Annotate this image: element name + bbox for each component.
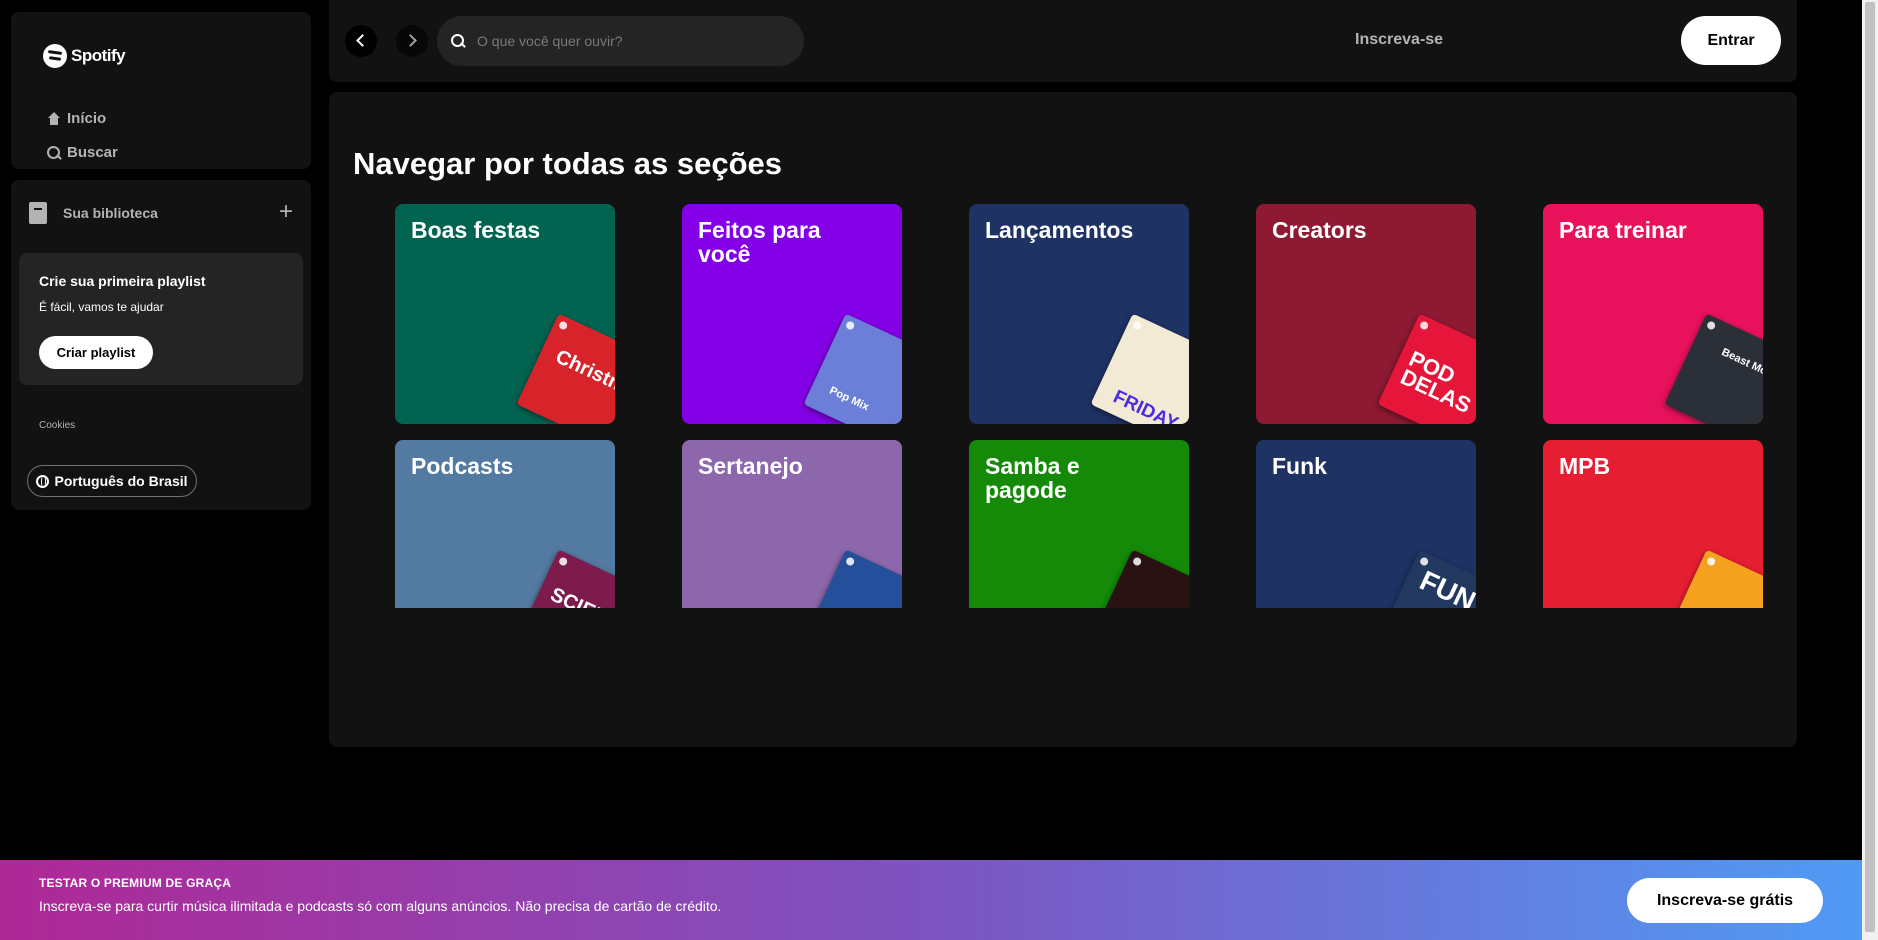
category-card[interactable]: Samba e pagode [969,440,1189,608]
category-title: Feitos para você [698,217,821,268]
search-label: Buscar [67,144,118,161]
category-card[interactable]: Lançamentos FRIDAY [969,204,1189,424]
category-title: MPB [1559,453,1611,479]
category-art-label: Beast Mode [1719,346,1763,384]
category-title: Lançamentos [985,217,1134,243]
category-title: Samba e pagode [985,453,1080,504]
category-card[interactable]: Creators POD DELAS [1256,204,1476,424]
category-art-image [1090,549,1189,608]
category-art-image: SCIENCE [516,549,615,608]
signup-link[interactable]: Inscreva-se [1355,31,1443,49]
category-title: Creators [1272,217,1367,243]
category-title: Sertanejo [698,453,803,479]
create-playlist-button[interactable]: Criar playlist [39,336,153,369]
category-art-label: SCIENCE [546,584,615,608]
category-art-image [803,549,902,608]
category-card[interactable]: Funk FUN [1256,440,1476,608]
category-art-label: FUN [1415,564,1476,608]
library-panel: Sua biblioteca + Crie sua primeira playl… [11,180,311,510]
category-art-image: FRIDAY [1090,313,1189,424]
language-button[interactable]: Português do Brasil [27,465,197,497]
category-art-label: Christmas Hits [552,345,615,424]
page-scrollbar[interactable] [1862,0,1878,940]
category-art-image: Pop Mix [803,313,902,424]
category-art-image: Christmas Hits [516,313,615,424]
login-button[interactable]: Entrar [1681,16,1781,65]
category-card[interactable]: Feitos para você Pop Mix [682,204,902,424]
search-icon [47,145,61,160]
library-header[interactable]: Sua biblioteca [29,202,158,224]
premium-banner[interactable]: TESTAR O PREMIUM DE GRAÇA Inscreva-se pa… [0,860,1862,940]
top-bar: Inscreva-se Entrar [329,0,1797,82]
back-button[interactable] [345,25,377,57]
signup-free-button[interactable]: Inscreva-se grátis [1627,878,1823,923]
search-input[interactable] [477,26,797,56]
category-grid: Boas festas Christmas Hits Feitos para v… [379,204,1779,608]
category-title: Boas festas [411,217,541,243]
spotify-page: Spotify Início Buscar Sua biblioteca + C… [0,0,1878,940]
category-art-label: POD DELAS [1396,345,1475,418]
browse-main: Navegar por todas as seções Boas festas … [329,92,1797,747]
banner-text: Inscreva-se para curtir música ilimitada… [39,898,722,914]
banner-kicker: TESTAR O PREMIUM DE GRAÇA [39,876,232,890]
home-label: Início [67,110,107,127]
chevron-right-icon [404,34,417,47]
forward-button[interactable] [396,25,428,57]
search-box[interactable] [437,16,804,66]
spotify-logo[interactable]: Spotify [43,44,126,68]
home-icon [47,112,61,125]
library-icon [29,202,47,224]
category-art-image: Beast Mode [1664,313,1763,424]
category-art-label: Pop Mix [827,384,871,414]
sidebar-item-search[interactable]: Buscar [47,144,118,161]
category-card[interactable]: MPB [1543,440,1763,608]
playlist-card-title: Crie sua primeira playlist [39,273,206,289]
sidebar-item-home[interactable]: Início [47,110,106,127]
category-title: Podcasts [411,453,514,479]
search-icon [451,34,465,48]
scrollbar-thumb[interactable] [1865,2,1875,932]
language-label: Português do Brasil [54,473,188,489]
category-card[interactable]: Para treinar Beast Mode [1543,204,1763,424]
playlist-card-subtitle: É fácil, vamos te ajudar [39,300,164,314]
library-title: Sua biblioteca [63,205,158,221]
globe-icon [36,474,50,488]
logo-text: Spotify [71,46,126,65]
category-card[interactable]: Sertanejo [682,440,902,608]
category-card[interactable]: Boas festas Christmas Hits [395,204,615,424]
sidebar-nav: Spotify Início Buscar [11,12,311,169]
add-playlist-button[interactable]: + [275,200,297,224]
category-art-image [1664,549,1763,608]
spotify-logo-icon [43,44,67,68]
category-art-label: FRIDAY [1109,386,1182,424]
page-title: Navegar por todas as seções [353,146,783,181]
category-title: Funk [1272,453,1327,479]
category-art-image: POD DELAS [1377,313,1476,424]
create-playlist-card: Crie sua primeira playlist É fácil, vamo… [19,253,303,385]
chevron-left-icon [356,34,369,47]
cookies-link[interactable]: Cookies [39,420,75,431]
category-art-image: FUN [1377,549,1476,608]
category-title: Para treinar [1559,217,1687,243]
category-card[interactable]: Podcasts SCIENCE [395,440,615,608]
